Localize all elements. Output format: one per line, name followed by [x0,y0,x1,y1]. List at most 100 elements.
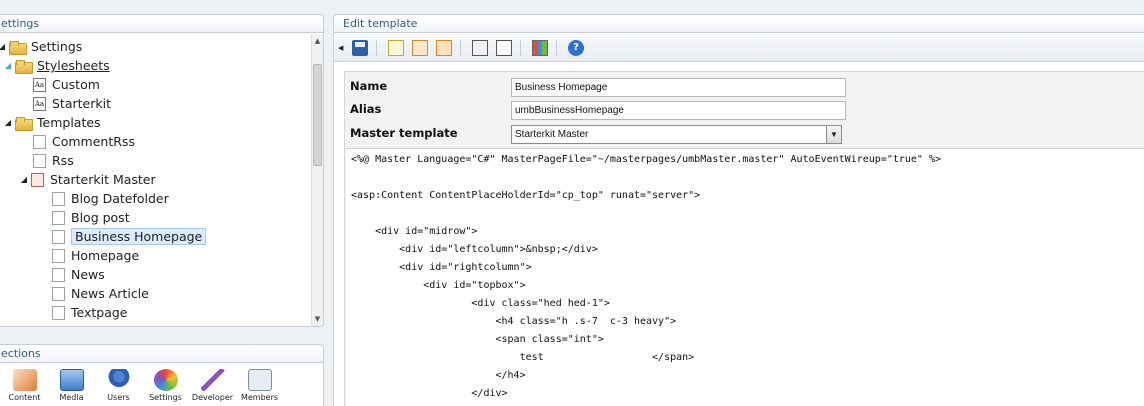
template-code-editor[interactable]: <%@ Master Language="C#" MasterPageFile=… [346,148,1144,406]
collapse-icon[interactable]: ◢ [3,56,13,75]
tree-item-textpage[interactable]: Textpage [52,303,128,322]
editor-toolbar: ◀ ? [334,34,1144,62]
collapse-icon[interactable]: ◢ [3,113,13,132]
toolbar-separator [460,40,461,56]
section-media[interactable]: Media [48,369,95,402]
tree-item-label: News [71,267,105,282]
tree-item-blog-post[interactable]: Blog post [52,208,130,227]
master-template-icon [31,172,44,187]
code-line: <div id="leftcolumn">&nbsp;</div> [351,244,598,255]
edit-template-title: Edit template [334,15,1144,33]
tree-item-custom[interactable]: Aa Custom [33,75,100,94]
section-label: Content [8,393,41,402]
collapse-icon[interactable]: ◢ [0,37,7,56]
edit-template-panel: Edit template ◀ ? Name Business Homepage… [333,14,1144,406]
sections-panel: ections Content Media Users Settings Dev… [0,344,324,406]
folder-icon [9,40,27,55]
template-icon [52,210,65,225]
scroll-up-icon[interactable]: ▲ [312,34,323,48]
tree-item-homepage[interactable]: Homepage [52,246,139,265]
tree-item-blog-datefolder[interactable]: Blog Datefolder [52,189,169,208]
master-template-label: Master template [350,126,458,140]
tree-item-news[interactable]: News [52,265,105,284]
template-icon [33,153,46,168]
master-template-select[interactable]: Starterkit Master ▼ [511,125,842,144]
tree-item-rss[interactable]: Rss [33,151,74,170]
tree-item-stylesheets[interactable]: ◢ Stylesheets [3,56,110,75]
stylesheet-icon: Aa [33,77,46,92]
placeholder-icon[interactable] [472,40,488,56]
toolbar-separator [376,40,377,56]
code-line: <div class="hed hed-1"> [351,298,610,309]
tree-item-starterkit[interactable]: Aa Starterkit [33,94,111,113]
stylesheet-icon: Aa [33,96,46,111]
help-icon[interactable]: ? [568,40,584,56]
content-icon [12,369,37,391]
code-line: <div id="topbox"> [351,280,526,291]
tree-item-label: Custom [52,77,100,92]
code-line: <%@ Master Language="C#" MasterPageFile=… [351,154,942,165]
tree-item-label: Settings [31,39,83,54]
section-members[interactable]: Members [236,369,283,402]
developer-icon [200,369,225,391]
template-icon [52,229,65,244]
code-line: test </span> [351,352,695,363]
code-line: </div> [351,388,508,399]
tree-item-templates[interactable]: ◢ Templates [3,113,101,132]
template-form: Name Business Homepage Alias umbBusiness… [344,71,1144,406]
content-placeholder-icon[interactable] [496,40,512,56]
sections-panel-title: ections [0,345,323,363]
toolbar-collapse-icon[interactable]: ◀ [338,40,344,56]
tree-item-settings[interactable]: ◢ Settings [0,37,82,56]
tree-item-label: Homepage [71,248,140,263]
save-icon[interactable] [352,40,368,56]
section-label: Members [240,393,279,402]
template-icon [52,267,65,282]
tree-item-news-article[interactable]: News Article [52,284,149,303]
insert-template-icon[interactable] [532,40,548,56]
master-template-value: Starterkit Master [515,129,589,140]
settings-icon [153,369,178,391]
collapse-icon[interactable]: ◢ [19,170,29,189]
members-icon [247,369,272,391]
alias-label: Alias [350,102,382,116]
section-content[interactable]: Content [1,369,48,402]
section-developer[interactable]: Developer [189,369,236,402]
tree-item-label: Templates [37,115,101,130]
settings-panel-title: ettings [0,15,323,33]
tree-item-label: Rss [52,153,74,168]
code-line: <div id="midrow"> [351,226,478,237]
tree-item-label: Business Homepage [71,228,207,245]
tree-item-label: News Article [71,286,149,301]
scroll-down-icon[interactable]: ▼ [312,312,323,326]
users-icon [106,369,131,391]
section-users[interactable]: Users [95,369,142,402]
section-label: Users [107,393,130,402]
code-line: <asp:Content ContentPlaceHolderId="cp_to… [351,190,701,201]
alias-input[interactable]: umbBusinessHomepage [511,101,846,120]
section-label: Settings [149,393,182,402]
chevron-down-icon[interactable]: ▼ [826,126,841,143]
tree-scrollbar[interactable]: ▲ ▼ [311,34,323,326]
section-label: Developer [191,393,234,402]
tree-item-commentrss[interactable]: CommentRss [33,132,135,151]
template-icon [52,191,65,206]
template-icon [52,305,65,320]
folder-icon [15,59,33,74]
tree-item-business-homepage[interactable]: Business Homepage [52,227,207,246]
tree-item-starterkit-master[interactable]: ◢ Starterkit Master [19,170,156,189]
section-settings[interactable]: Settings [142,369,189,402]
code-line: <span class="int"> [351,334,604,345]
insert-content-area-icon[interactable] [436,40,452,56]
master-template-row: Master template Starterkit Master ▼ [345,123,1144,145]
insert-field-icon[interactable] [388,40,404,56]
name-input[interactable]: Business Homepage [511,78,846,97]
alias-row: Alias umbBusinessHomepage [345,99,1144,121]
insert-macro-icon[interactable] [412,40,428,56]
section-list: Content Media Users Settings Developer M… [1,369,283,402]
tree-item-label: Blog post [71,210,130,225]
scroll-thumb[interactable] [313,64,322,166]
template-icon [52,286,65,301]
toolbar-separator [556,40,557,56]
code-line: </h4> [351,370,526,381]
